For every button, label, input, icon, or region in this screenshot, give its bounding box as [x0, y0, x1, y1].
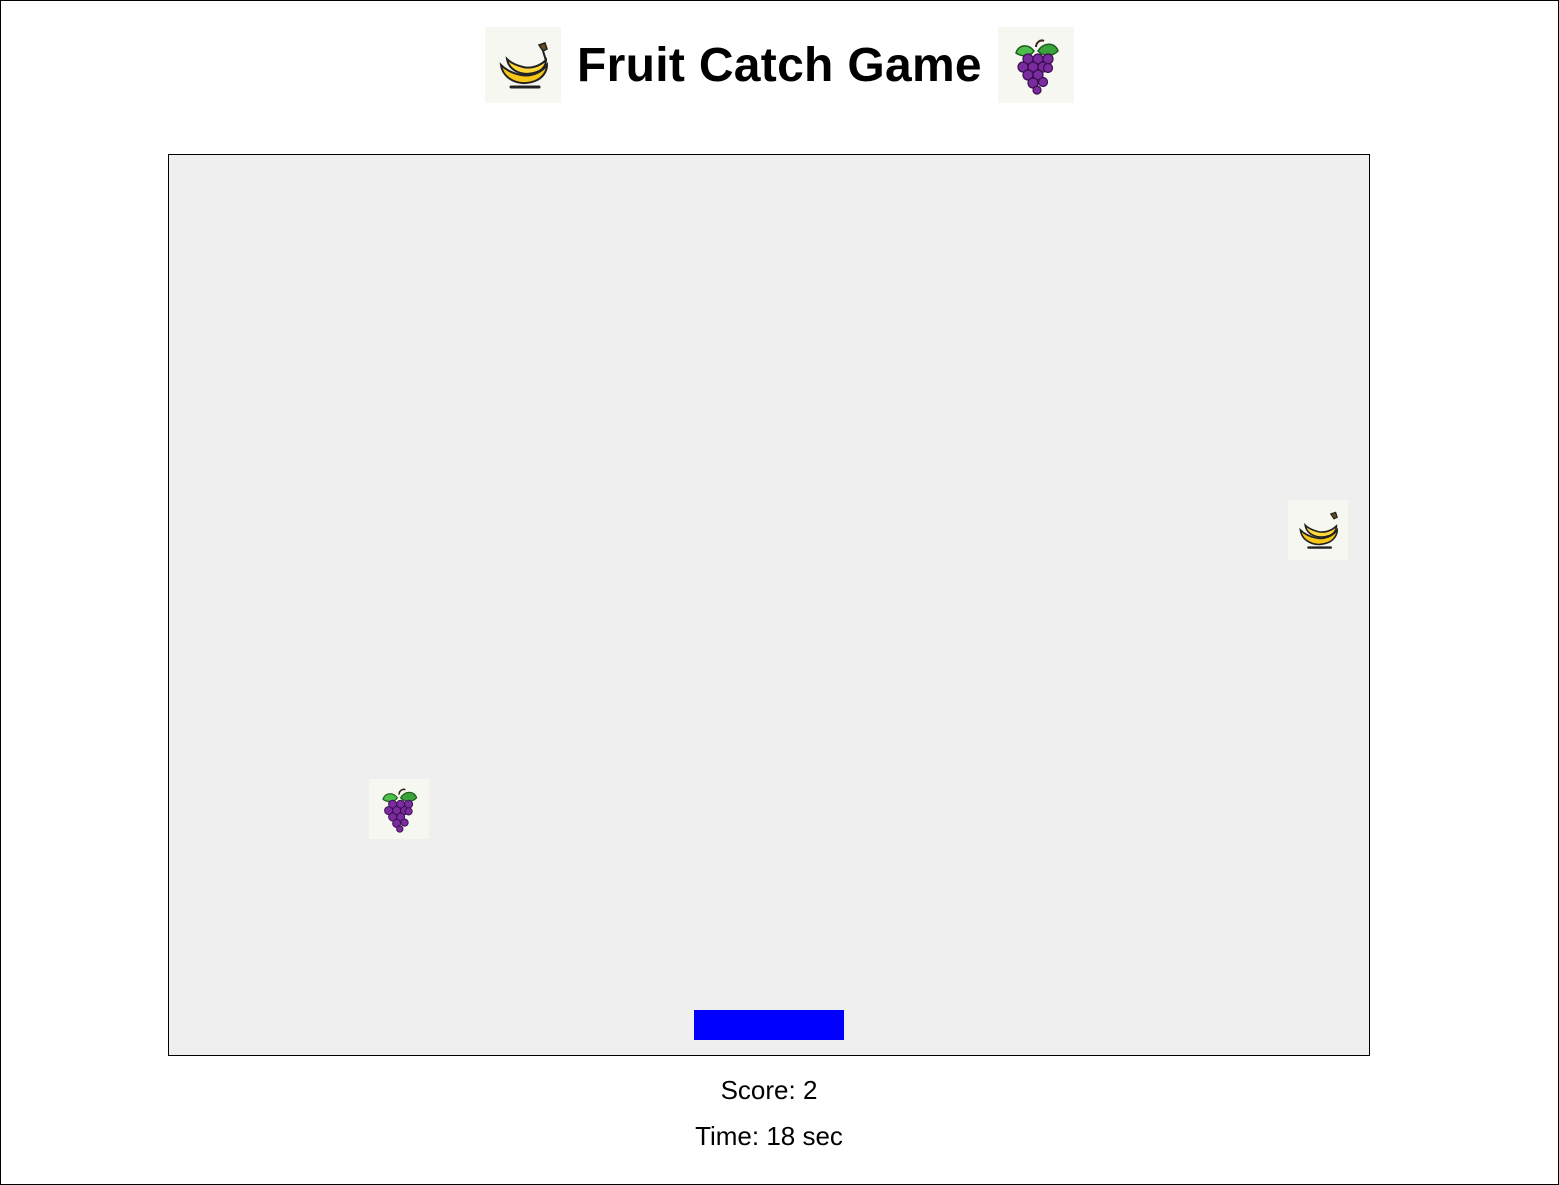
grapes-icon [997, 27, 1074, 103]
banana-icon [485, 27, 562, 103]
banana-icon [1299, 511, 1339, 549]
falling-grapes [369, 779, 429, 839]
score-display: Score: 2 [720, 1075, 818, 1105]
catcher-paddle[interactable] [694, 1010, 844, 1040]
game-area[interactable] [168, 154, 1370, 1056]
grapes-icon [382, 788, 418, 833]
time-display: Time: 18 sec [695, 1121, 843, 1151]
page-title: Fruit Catch Game [577, 38, 982, 92]
page-header: Fruit Catch Game [1, 27, 1558, 103]
falling-banana [1288, 500, 1348, 560]
page-frame: Fruit Catch Game Score: 2 Time: 18 sec [0, 0, 1559, 1185]
